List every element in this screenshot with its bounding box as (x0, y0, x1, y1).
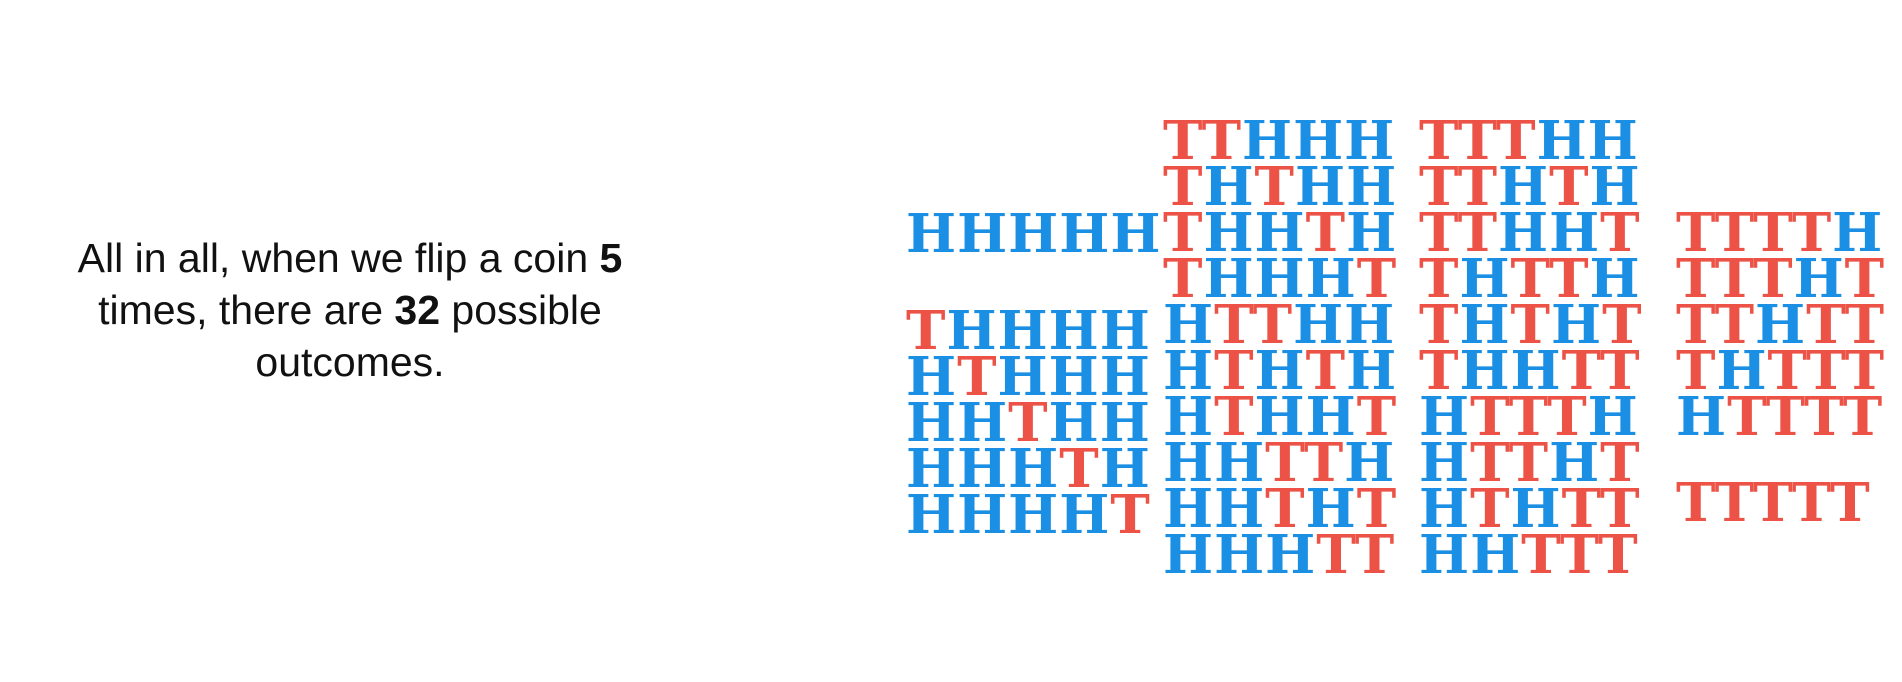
tails-letter: T (1316, 524, 1355, 586)
tails-letter: T (1765, 386, 1805, 448)
slide: All in all, when we flip a coin 5 times,… (0, 0, 1902, 682)
heads-letter: H (1214, 524, 1266, 586)
group-five-tails: TTTTT (1676, 477, 1885, 530)
group-four-tails: TTTTH TTTHT TTHTT THTTT HTTTT (1676, 207, 1885, 444)
tails-letter: T (1559, 524, 1599, 586)
caption-line-2-end: possible (440, 287, 602, 333)
tails-letter: T (1676, 472, 1715, 534)
column-few-tails: HHHHH THHHH HTHHH HHTHH HHHTH HHHHT (906, 208, 1161, 542)
heads-letter: H (957, 203, 1009, 265)
outcome-row: HHTTT (1419, 529, 1643, 582)
heads-letter: H (906, 484, 958, 546)
outcome-row: HTTTT (1676, 391, 1885, 444)
tails-letter: T (1110, 484, 1151, 546)
outcome-row: HHHHT (906, 489, 1161, 542)
heads-letter: H (1059, 484, 1111, 546)
heads-letter: H (906, 203, 958, 265)
group-three-tails: TTTHH TTHTH TTHHT THTTH THTHT THHTT HTTTH HTTHT… (1419, 115, 1643, 582)
tails-letter: T (1804, 386, 1843, 448)
outcome-row: HHHHH (906, 208, 1161, 261)
heads-letter: H (1110, 203, 1162, 265)
flip-count: 5 (599, 235, 623, 281)
caption-line-1-text: All in all, when we flip a coin (77, 235, 600, 281)
column-three-tails: TTTHH TTHTH TTHHT THTTH THTHT THHTT HTTTH HTTHT… (1419, 115, 1643, 582)
heads-letter: H (1265, 524, 1317, 586)
heads-letter: H (1676, 386, 1728, 448)
column-many-tails: TTTTH TTTHT TTHTT THTTT HTTTT TTTTT (1676, 207, 1885, 530)
outcome-row: HHHTT (1163, 529, 1397, 582)
group-two-tails: TTHHH THTHH THHTH THHHT HTTHH HTHTH HTHHT HHTTH… (1163, 115, 1397, 582)
caption-text: All in all, when we flip a coin 5 times,… (0, 232, 700, 388)
caption-line-1: All in all, when we flip a coin 5 (0, 232, 700, 284)
caption-line-3: outcomes. (255, 339, 445, 385)
group-one-tail: THHHH HTHHH HHTHH HHHTH HHHHT (906, 305, 1161, 542)
caption-line-2-text: times, there are (98, 287, 395, 333)
tails-letter: T (1830, 472, 1871, 534)
tails-letter: T (1842, 386, 1884, 448)
group-zero-tails: HHHHH (906, 208, 1161, 261)
tails-letter: T (1791, 472, 1831, 534)
tails-letter: T (1714, 472, 1754, 534)
tails-letter: T (1598, 524, 1639, 586)
heads-letter: H (1419, 524, 1471, 586)
tails-letter: T (1753, 472, 1792, 534)
heads-letter: H (1008, 203, 1060, 265)
tails-letter: T (1727, 386, 1766, 448)
outcome-count: 32 (394, 287, 440, 333)
heads-letter: H (957, 484, 1009, 546)
caption-line-2: times, there are 32 possible (0, 284, 700, 336)
tails-letter: T (1521, 524, 1560, 586)
heads-letter: H (1059, 203, 1111, 265)
heads-letter: H (1470, 524, 1522, 586)
outcome-row: TTTTT (1676, 477, 1885, 530)
column-two-tails: TTHHH THTHH THHTH THHHT HTTHH HTHTH HTHHT HHTTH… (1163, 115, 1397, 582)
tails-letter: T (1354, 524, 1396, 586)
heads-letter: H (1163, 524, 1215, 586)
heads-letter: H (1008, 484, 1060, 546)
